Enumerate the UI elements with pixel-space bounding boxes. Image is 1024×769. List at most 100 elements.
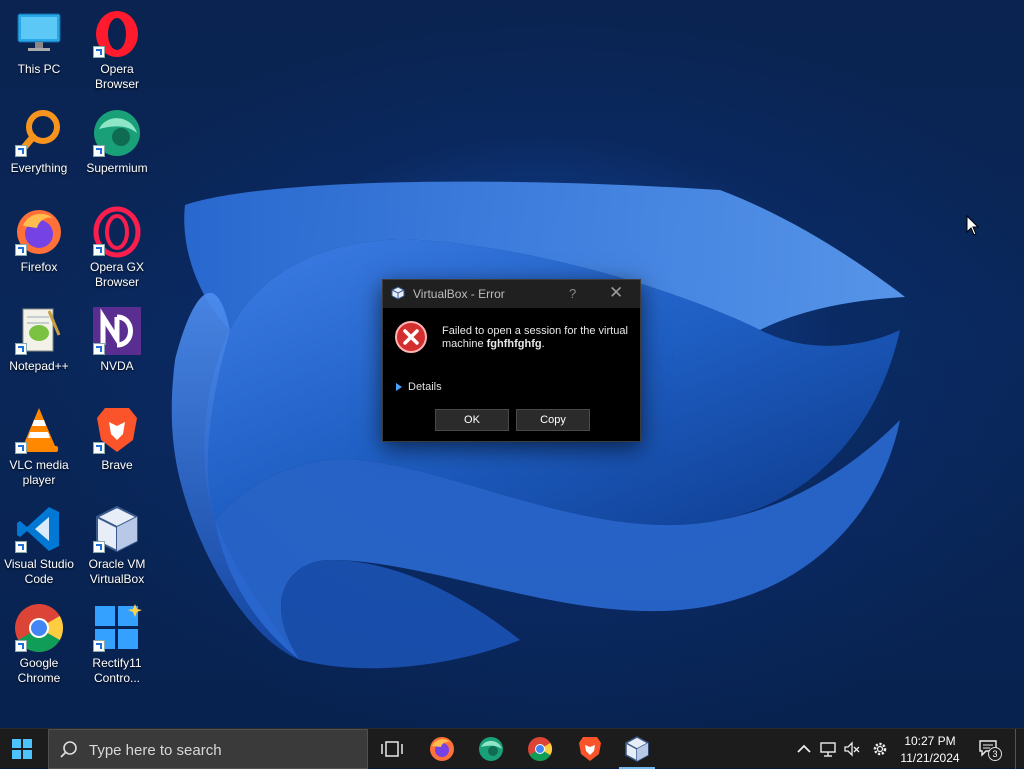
vlc-icon — [13, 404, 65, 456]
virtualbox-icon — [91, 503, 143, 555]
desktop-icon-label: Brave — [101, 458, 133, 472]
taskbar-virtualbox[interactable] — [619, 735, 655, 769]
nvda-icon — [91, 305, 143, 357]
desktop-icon-supermium[interactable]: Supermium — [78, 107, 156, 176]
taskbar: Type here to search 10:27 PM 11/21/2024 … — [0, 728, 1024, 769]
shortcut-arrow-icon — [93, 244, 105, 256]
notification-count-badge: 3 — [988, 747, 1002, 761]
desktop-icon-chrome[interactable]: Google Chrome — [0, 602, 78, 686]
desktop-icon-everything[interactable]: Everything — [0, 107, 78, 176]
shortcut-arrow-icon — [15, 343, 27, 355]
expand-arrow-icon — [396, 383, 402, 391]
desktop-icon-notepad-plus-plus[interactable]: Notepad++ — [0, 305, 78, 374]
start-button[interactable] — [12, 739, 32, 759]
shortcut-arrow-icon — [15, 244, 27, 256]
desktop-icon-label: Supermium — [86, 161, 148, 175]
desktop-icon-label: Rectify11 Contro... — [92, 656, 142, 685]
brave-icon — [91, 404, 143, 456]
shortcut-arrow-icon — [93, 343, 105, 355]
gear-icon — [873, 742, 887, 756]
shortcut-arrow-icon — [15, 541, 27, 553]
firefox-icon — [430, 737, 454, 761]
volume-muted-icon — [844, 741, 860, 757]
opera-gx-icon — [91, 206, 143, 258]
rectify11-icon — [91, 602, 143, 654]
taskbar-brave[interactable] — [576, 735, 604, 763]
desktop-icon-this-pc[interactable]: This PC — [0, 8, 78, 77]
taskbar-chrome[interactable] — [526, 735, 554, 763]
taskbar-supermium[interactable] — [477, 735, 505, 763]
desktop-icon-label: Visual Studio Code — [4, 557, 74, 586]
network-button[interactable] — [819, 740, 837, 758]
desktop-icon-label: Oracle VM VirtualBox — [88, 557, 146, 586]
details-toggle[interactable]: Details — [396, 381, 442, 393]
network-icon — [820, 742, 836, 757]
desktop-icon-firefox[interactable]: Firefox — [0, 206, 78, 275]
desktop-icon-virtualbox[interactable]: Oracle VM VirtualBox — [78, 503, 156, 587]
chrome-icon — [528, 737, 553, 762]
shortcut-arrow-icon — [93, 640, 105, 652]
desktop-icon-vlc[interactable]: VLC media player — [0, 404, 78, 488]
desktop-icon-label: This PC — [17, 62, 61, 76]
desktop-icon-opera[interactable]: Opera Browser — [78, 8, 156, 92]
opera-icon — [91, 8, 143, 60]
volume-button[interactable] — [843, 740, 861, 758]
virtualbox-icon — [391, 286, 405, 300]
desktop-icon-label: NVDA — [100, 359, 134, 373]
firefox-icon — [13, 206, 65, 258]
desktop-icon-label: Firefox — [20, 260, 58, 274]
dialog-title-bar[interactable]: VirtualBox - Error ? ✕ — [383, 280, 640, 308]
notification-center-button[interactable]: 3 — [978, 739, 1002, 761]
shortcut-arrow-icon — [15, 442, 27, 454]
close-button[interactable]: ✕ — [609, 283, 623, 303]
desktop-icon-label: Opera GX Browser — [89, 260, 145, 289]
notepad-plus-plus-icon — [13, 305, 65, 357]
desktop-icon-label: VLC media player — [9, 458, 69, 487]
supermium-icon — [91, 107, 143, 159]
help-button[interactable]: ? — [569, 286, 576, 301]
shortcut-arrow-icon — [93, 46, 105, 58]
search-placeholder: Type here to search — [89, 742, 222, 759]
settings-button[interactable] — [871, 740, 889, 758]
shortcut-arrow-icon — [15, 640, 27, 652]
desktop: This PC Everything Firefox Notepad++ VLC… — [0, 0, 1024, 728]
desktop-icon-nvda[interactable]: NVDA — [78, 305, 156, 374]
desktop-icon-brave[interactable]: Brave — [78, 404, 156, 473]
shortcut-arrow-icon — [15, 145, 27, 157]
clock[interactable]: 10:27 PM 11/21/2024 — [896, 733, 964, 767]
mouse-cursor-icon — [966, 215, 980, 236]
task-view-button[interactable] — [378, 735, 406, 763]
show-hidden-icons-button[interactable] — [795, 740, 813, 758]
desktop-icon-vscode[interactable]: Visual Studio Code — [0, 503, 78, 587]
desktop-icon-opera-gx[interactable]: Opera GX Browser — [78, 206, 156, 290]
taskbar-firefox[interactable] — [428, 735, 456, 763]
error-message: Failed to open a session for the virtual… — [442, 325, 632, 351]
desktop-icon-rectify11[interactable]: Rectify11 Contro... — [78, 602, 156, 686]
shortcut-arrow-icon — [93, 442, 105, 454]
dialog-title: VirtualBox - Error — [413, 287, 505, 301]
shortcut-arrow-icon — [93, 145, 105, 157]
this-pc-icon — [13, 8, 65, 60]
details-label: Details — [408, 381, 442, 393]
virtualbox-error-dialog: VirtualBox - Error ? ✕ Failed to open a … — [382, 279, 641, 442]
error-message-end: . — [541, 338, 545, 350]
copy-button[interactable]: Copy — [516, 409, 590, 431]
desktop-icon-label: Opera Browser — [94, 62, 139, 91]
clock-time: 10:27 PM — [904, 734, 956, 748]
virtualbox-icon — [625, 736, 649, 762]
task-view-icon — [381, 741, 403, 757]
desktop-icon-label: Notepad++ — [9, 359, 69, 373]
search-box[interactable]: Type here to search — [48, 729, 368, 769]
everything-search-icon — [13, 107, 65, 159]
vm-name: fghfhfghfg — [486, 338, 542, 350]
supermium-icon — [479, 737, 503, 761]
error-icon — [394, 320, 428, 354]
ok-button[interactable]: OK — [435, 409, 509, 431]
desktop-icon-label: Google Chrome — [17, 656, 61, 685]
chevron-up-icon — [797, 744, 811, 753]
chrome-icon — [13, 602, 65, 654]
shortcut-arrow-icon — [93, 541, 105, 553]
brave-icon — [579, 737, 601, 761]
show-desktop-button[interactable] — [1015, 729, 1016, 769]
clock-date: 11/21/2024 — [900, 751, 960, 765]
